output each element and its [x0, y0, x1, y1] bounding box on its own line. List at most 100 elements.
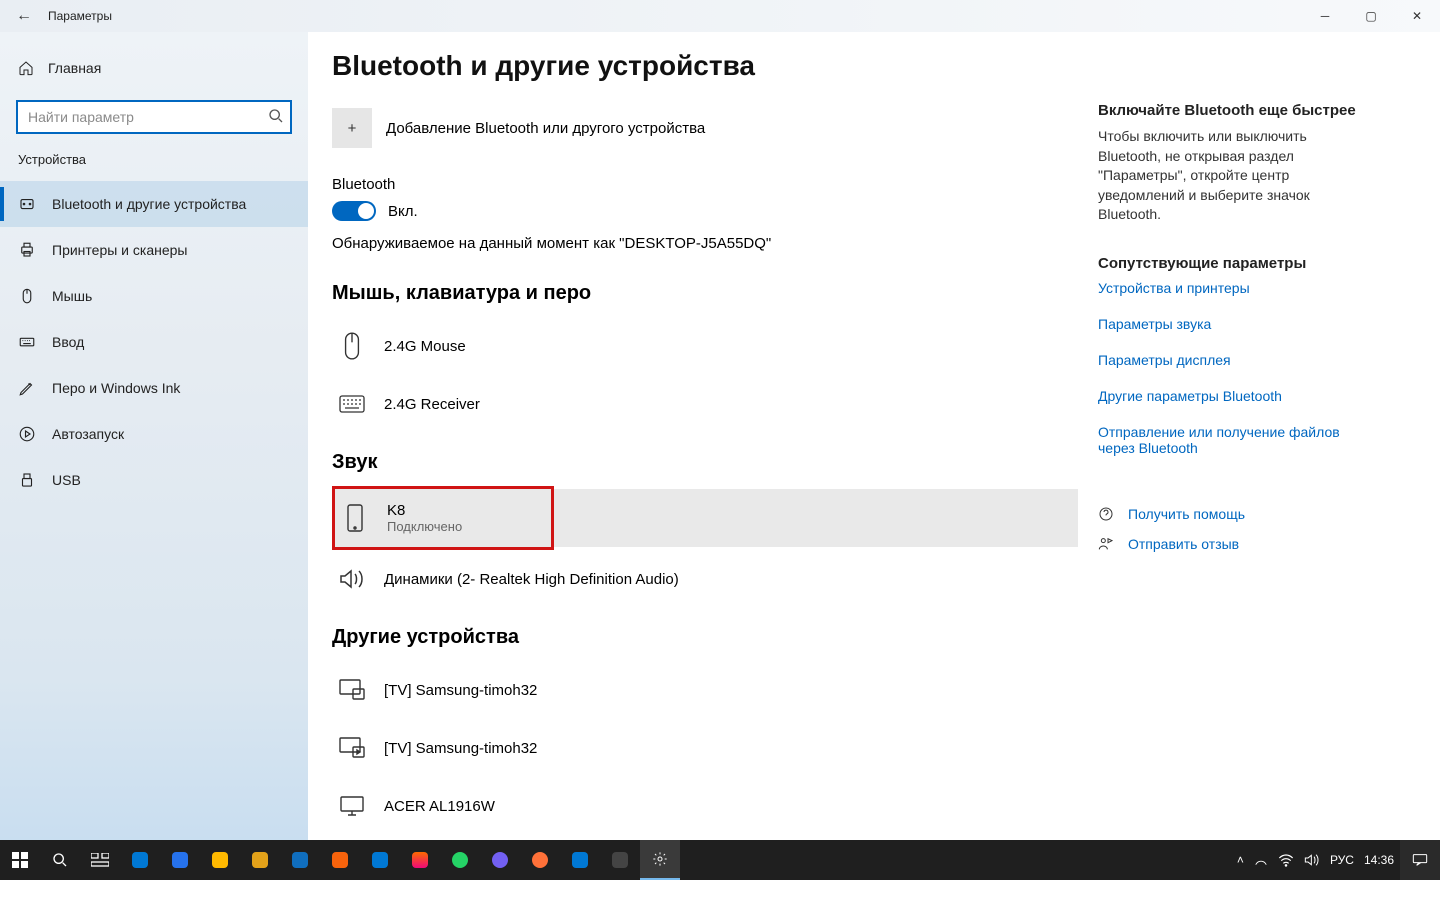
- sidebar-item-usb[interactable]: USB: [0, 457, 308, 503]
- window-title: Параметры: [48, 9, 112, 23]
- tray-chevron-up-icon[interactable]: ˄: [1237, 853, 1244, 867]
- search-icon: [268, 108, 284, 129]
- tv-device-icon: [336, 679, 368, 701]
- sidebar-item-label: USB: [52, 472, 81, 488]
- device-name: 2.4G Receiver: [384, 396, 480, 413]
- start-button[interactable]: [0, 840, 40, 880]
- taskbar-app[interactable]: [160, 840, 200, 880]
- device-name: ACER AL1916W: [384, 798, 495, 815]
- taskbar-app[interactable]: [520, 840, 560, 880]
- keyboard-device-icon: [336, 395, 368, 413]
- taskbar-app[interactable]: [600, 840, 640, 880]
- media-device-icon: [336, 737, 368, 759]
- minimize-button[interactable]: ─: [1302, 0, 1348, 32]
- taskbar-app[interactable]: [200, 840, 240, 880]
- taskbar-app[interactable]: [120, 840, 160, 880]
- sidebar-item-label: Автозапуск: [52, 426, 124, 442]
- sidebar-section-label: Устройства: [0, 152, 308, 181]
- system-tray[interactable]: ˄ РУС 14:36: [1237, 853, 1400, 867]
- device-row[interactable]: 2.4G Receiver: [332, 375, 1078, 433]
- tip-title: Включайте Bluetooth еще быстрее: [1098, 102, 1368, 119]
- monitor-device-icon: [336, 795, 368, 817]
- highlighted-device-marker: K8 Подключено: [332, 486, 554, 550]
- page-title: Bluetooth и другие устройства: [332, 50, 1078, 82]
- add-device-button[interactable]: +: [332, 108, 372, 148]
- device-row[interactable]: 2.4G Mouse: [332, 317, 1078, 375]
- device-row[interactable]: ACER AL1916W: [332, 777, 1078, 835]
- autoplay-icon: [18, 425, 36, 443]
- device-name: 2.4G Mouse: [384, 338, 466, 355]
- back-button[interactable]: ←: [0, 7, 48, 25]
- device-row-selected-bg: [554, 489, 1078, 547]
- sidebar-item-printers[interactable]: Принтеры и сканеры: [0, 227, 308, 273]
- sidebar-item-bluetooth[interactable]: Bluetooth и другие устройства: [0, 181, 308, 227]
- related-link[interactable]: Устройства и принтеры: [1098, 280, 1368, 296]
- taskbar-app[interactable]: [560, 840, 600, 880]
- action-center[interactable]: [1400, 840, 1440, 880]
- sidebar-item-mouse[interactable]: Мышь: [0, 273, 308, 319]
- bluetooth-icon: [18, 195, 36, 213]
- send-feedback-label: Отправить отзыв: [1128, 536, 1239, 552]
- group-input-title: Мышь, клавиатура и перо: [332, 282, 1078, 305]
- related-link[interactable]: Параметры дисплея: [1098, 352, 1368, 368]
- usb-icon: [18, 471, 36, 489]
- related-link[interactable]: Отправление или получение файлов через B…: [1098, 424, 1368, 456]
- taskbar-app[interactable]: [480, 840, 520, 880]
- add-device-label: Добавление Bluetooth или другого устройс…: [386, 120, 705, 137]
- discoverable-text: Обнаруживаемое на данный момент как "DES…: [332, 235, 1078, 252]
- add-device-row[interactable]: + Добавление Bluetooth или другого устро…: [332, 108, 1078, 148]
- sidebar-item-typing[interactable]: Ввод: [0, 319, 308, 365]
- related-title: Сопутствующие параметры: [1098, 255, 1368, 272]
- task-view[interactable]: [80, 840, 120, 880]
- sidebar-item-autoplay[interactable]: Автозапуск: [0, 411, 308, 457]
- speaker-device-icon: [336, 568, 368, 590]
- mouse-device-icon: [336, 331, 368, 361]
- taskbar-app[interactable]: [440, 840, 480, 880]
- device-row[interactable]: K8 Подключено: [335, 489, 551, 547]
- search-input[interactable]: [16, 100, 292, 134]
- related-link[interactable]: Другие параметры Bluetooth: [1098, 388, 1368, 404]
- device-name: [TV] Samsung-timoh32: [384, 740, 537, 757]
- taskbar-settings[interactable]: [640, 840, 680, 880]
- related-link[interactable]: Параметры звука: [1098, 316, 1368, 332]
- sidebar-home[interactable]: Главная: [0, 52, 308, 84]
- mouse-icon: [18, 287, 36, 305]
- get-help-label: Получить помощь: [1128, 506, 1245, 522]
- taskbar-app[interactable]: [360, 840, 400, 880]
- group-audio-title: Звук: [332, 451, 1078, 474]
- right-panel: Включайте Bluetooth еще быстрее Чтобы вк…: [1098, 32, 1398, 840]
- device-row[interactable]: [TV] Samsung-timoh32: [332, 661, 1078, 719]
- taskbar-app[interactable]: [320, 840, 360, 880]
- get-help[interactable]: Получить помощь: [1098, 506, 1368, 522]
- device-name: K8: [387, 502, 462, 519]
- taskbar-search[interactable]: [40, 840, 80, 880]
- help-icon: [1098, 506, 1114, 522]
- printer-icon: [18, 241, 36, 259]
- sidebar: Главная Устройства Bluetooth и другие ус…: [0, 32, 308, 840]
- keyboard-icon: [18, 333, 36, 351]
- bluetooth-toggle[interactable]: [332, 201, 376, 221]
- close-button[interactable]: ✕: [1394, 0, 1440, 32]
- taskbar-app[interactable]: [280, 840, 320, 880]
- maximize-button[interactable]: ▢: [1348, 0, 1394, 32]
- tray-language[interactable]: РУС: [1330, 853, 1354, 867]
- taskbar-app[interactable]: [240, 840, 280, 880]
- wifi-icon[interactable]: [1278, 853, 1294, 867]
- send-feedback[interactable]: Отправить отзыв: [1098, 536, 1368, 552]
- device-row[interactable]: [TV] Samsung-timoh32: [332, 719, 1078, 777]
- sidebar-item-label: Мышь: [52, 288, 92, 304]
- device-status: Подключено: [387, 519, 462, 534]
- sidebar-item-label: Bluetooth и другие устройства: [52, 196, 246, 212]
- volume-icon[interactable]: [1304, 853, 1320, 867]
- sidebar-home-label: Главная: [48, 60, 101, 76]
- tip-body: Чтобы включить или выключить Bluetooth, …: [1098, 127, 1368, 225]
- tray-clock[interactable]: 14:36: [1364, 853, 1394, 867]
- sidebar-item-label: Принтеры и сканеры: [52, 242, 187, 258]
- tray-app-icon[interactable]: [1254, 853, 1268, 867]
- taskbar: ˄ РУС 14:36: [0, 840, 1440, 880]
- taskbar-app[interactable]: [400, 840, 440, 880]
- device-row[interactable]: Динамики (2- Realtek High Definition Aud…: [332, 550, 1078, 608]
- sidebar-item-pen[interactable]: Перо и Windows Ink: [0, 365, 308, 411]
- sidebar-item-label: Перо и Windows Ink: [52, 380, 180, 396]
- group-other-title: Другие устройства: [332, 626, 1078, 649]
